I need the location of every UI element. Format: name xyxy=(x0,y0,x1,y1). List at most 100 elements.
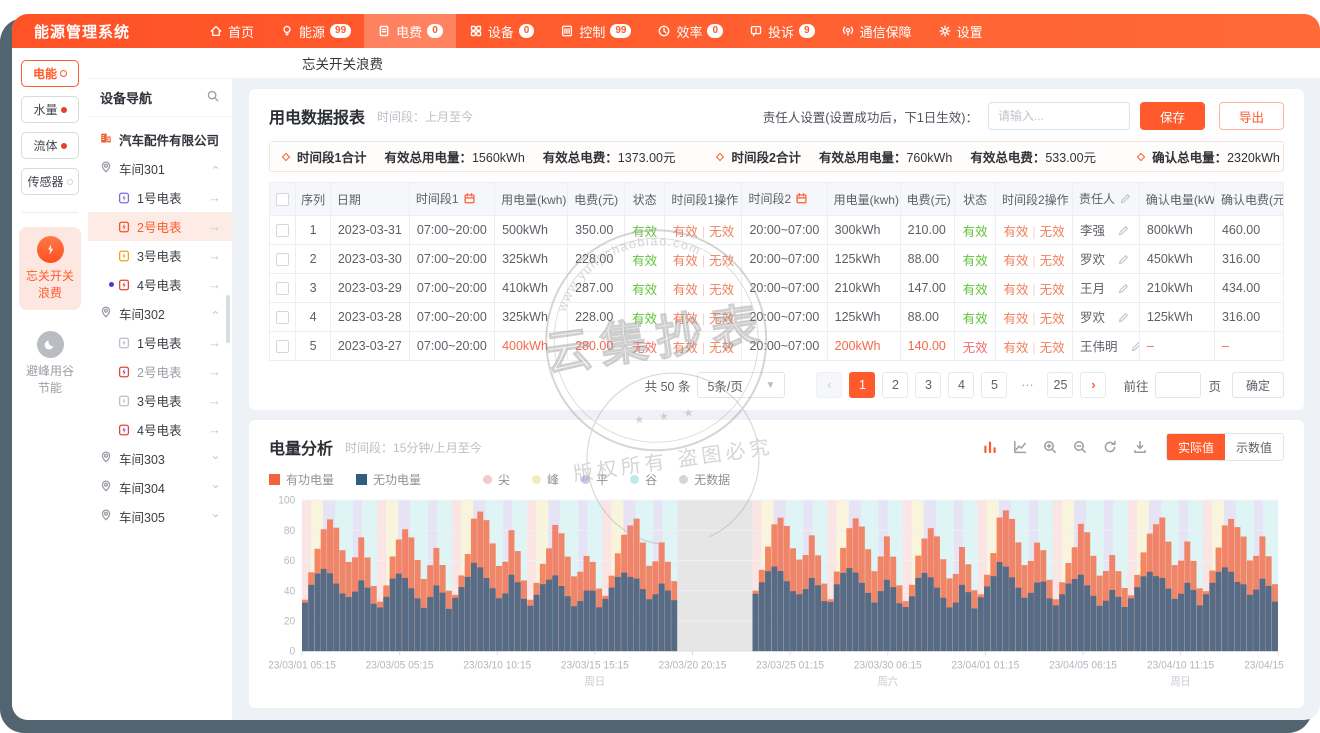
arrow-right-icon[interactable]: → xyxy=(208,219,221,234)
nav-item-效率[interactable]: 效率0 xyxy=(644,14,736,48)
sidebar-tab-流体[interactable]: 流体 xyxy=(21,132,79,159)
caret-up-icon[interactable] xyxy=(210,162,221,176)
confirm-button[interactable]: 确定 xyxy=(1232,372,1284,398)
set-invalid-link[interactable]: 无效 xyxy=(709,283,734,297)
page-button-1[interactable]: 1 xyxy=(849,372,875,398)
tree-meter-车间301-1号电表[interactable]: 1号电表→ xyxy=(88,183,232,212)
set-invalid-link[interactable]: 无效 xyxy=(709,341,734,355)
page-size-select[interactable]: 5条/页▼ xyxy=(697,372,785,398)
legend-尖[interactable]: 尖 xyxy=(483,471,510,488)
legend-有功电量[interactable]: 有功电量 xyxy=(269,471,334,488)
row-checkbox[interactable] xyxy=(276,340,289,353)
sidebar-tab-传感器[interactable]: 传感器 xyxy=(21,168,79,195)
zoomin-tool-icon[interactable] xyxy=(1042,439,1058,455)
caret-up-icon[interactable] xyxy=(210,307,221,321)
edit-owner-icon[interactable] xyxy=(1130,342,1140,356)
nav-item-通信保障[interactable]: 通信保障 xyxy=(828,14,925,48)
legend-无功电量[interactable]: 无功电量 xyxy=(356,471,421,488)
arrow-right-icon[interactable]: → xyxy=(208,364,221,379)
set-valid-link[interactable]: 有效 xyxy=(673,225,698,239)
set-invalid-link[interactable]: 无效 xyxy=(709,312,734,326)
arrow-right-icon[interactable]: → xyxy=(208,248,221,263)
toggle-示数值[interactable]: 示数值 xyxy=(1225,434,1283,460)
nav-item-能源[interactable]: 能源99 xyxy=(267,14,364,48)
page-button-3[interactable]: 3 xyxy=(915,372,941,398)
arrow-right-icon[interactable]: → xyxy=(208,190,221,205)
legend-无数据[interactable]: 无数据 xyxy=(679,471,730,488)
owner-input[interactable] xyxy=(988,102,1130,130)
arrow-right-icon[interactable]: → xyxy=(208,393,221,408)
page-button-2[interactable]: 2 xyxy=(882,372,908,398)
select-all-checkbox[interactable] xyxy=(276,193,289,206)
arrow-right-icon[interactable]: → xyxy=(208,335,221,350)
edit-owner-icon[interactable] xyxy=(1117,255,1130,269)
page-button-5[interactable]: 5 xyxy=(981,372,1007,398)
tree-meter-车间301-3号电表[interactable]: 3号电表→ xyxy=(88,241,232,270)
tree-meter-车间302-4号电表[interactable]: 4号电表→ xyxy=(88,415,232,444)
tree-group-车间301[interactable]: 车间301 xyxy=(88,154,232,183)
reset-tool-icon[interactable] xyxy=(1102,439,1118,455)
tree-group-车间305[interactable]: 车间305 xyxy=(88,502,232,531)
bar-tool-icon[interactable] xyxy=(982,439,998,455)
set-valid-link[interactable]: 有效 xyxy=(673,341,698,355)
tree-company[interactable]: 汽车配件有限公司 xyxy=(88,125,232,154)
toggle-实际值[interactable]: 实际值 xyxy=(1167,434,1225,460)
caret-down-icon[interactable] xyxy=(210,510,221,524)
legend-峰[interactable]: 峰 xyxy=(532,471,559,488)
sidebar-tab-水量[interactable]: 水量 xyxy=(21,96,79,123)
set-invalid-link[interactable]: 无效 xyxy=(1040,283,1065,297)
tree-meter-车间302-1号电表[interactable]: 1号电表→ xyxy=(88,328,232,357)
set-invalid-link[interactable]: 无效 xyxy=(709,254,734,268)
set-valid-link[interactable]: 有效 xyxy=(1003,312,1028,326)
save-button[interactable]: 保存 xyxy=(1140,102,1205,130)
row-checkbox[interactable] xyxy=(276,311,289,324)
page-button-25[interactable]: 25 xyxy=(1047,372,1073,398)
more-pages[interactable]: ··· xyxy=(1014,372,1040,398)
mode-避峰用谷节能[interactable]: 避峰用谷节能 xyxy=(19,322,81,405)
set-valid-link[interactable]: 有效 xyxy=(673,283,698,297)
download-tool-icon[interactable] xyxy=(1132,439,1148,455)
edit-owner-icon[interactable] xyxy=(1117,226,1130,240)
arrow-right-icon[interactable]: → xyxy=(208,422,221,437)
tree-group-车间304[interactable]: 车间304 xyxy=(88,473,232,502)
row-checkbox[interactable] xyxy=(276,253,289,266)
tree-meter-车间302-3号电表[interactable]: 3号电表→ xyxy=(88,386,232,415)
legend-平[interactable]: 平 xyxy=(581,471,608,488)
page-button-4[interactable]: 4 xyxy=(948,372,974,398)
linec-tool-icon[interactable] xyxy=(1012,439,1028,455)
set-valid-link[interactable]: 有效 xyxy=(673,254,698,268)
goto-page-input[interactable] xyxy=(1155,372,1201,398)
prev-page-button[interactable]: ‹ xyxy=(816,372,842,398)
search-icon[interactable] xyxy=(206,89,220,106)
row-checkbox[interactable] xyxy=(276,282,289,295)
caret-down-icon[interactable] xyxy=(210,481,221,495)
set-valid-link[interactable]: 有效 xyxy=(1003,283,1028,297)
export-button[interactable]: 导出 xyxy=(1219,102,1284,130)
edit-owner-icon[interactable] xyxy=(1117,313,1130,327)
tree-group-车间303[interactable]: 车间303 xyxy=(88,444,232,473)
sidebar-tab-电能[interactable]: 电能 xyxy=(21,60,79,87)
arrow-right-icon[interactable]: → xyxy=(208,277,221,292)
set-invalid-link[interactable]: 无效 xyxy=(1040,341,1065,355)
set-valid-link[interactable]: 有效 xyxy=(1003,341,1028,355)
set-invalid-link[interactable]: 无效 xyxy=(1040,225,1065,239)
nav-item-电费[interactable]: 电费0 xyxy=(364,14,456,48)
nav-item-投诉[interactable]: 投诉9 xyxy=(736,14,828,48)
row-checkbox[interactable] xyxy=(276,224,289,237)
tree-meter-车间301-4号电表[interactable]: 4号电表→ xyxy=(88,270,232,299)
mode-忘关开关浪费[interactable]: 忘关开关浪费 xyxy=(19,227,81,310)
set-invalid-link[interactable]: 无效 xyxy=(1040,312,1065,326)
nav-item-设置[interactable]: 设置 xyxy=(925,14,996,48)
nav-item-控制[interactable]: 控制99 xyxy=(547,14,644,48)
legend-谷[interactable]: 谷 xyxy=(630,471,657,488)
tree-group-车间302[interactable]: 车间302 xyxy=(88,299,232,328)
zoomout-tool-icon[interactable] xyxy=(1072,439,1088,455)
nav-item-设备[interactable]: 设备0 xyxy=(456,14,548,48)
nav-item-首页[interactable]: 首页 xyxy=(196,14,267,48)
tree-meter-车间301-2号电表[interactable]: 2号电表→ xyxy=(88,212,232,241)
edit-owner-icon[interactable] xyxy=(1117,284,1130,298)
next-page-button[interactable]: › xyxy=(1080,372,1106,398)
caret-down-icon[interactable] xyxy=(210,452,221,466)
tree-scrollbar[interactable] xyxy=(226,295,230,343)
tree-meter-车间302-2号电表[interactable]: 2号电表→ xyxy=(88,357,232,386)
